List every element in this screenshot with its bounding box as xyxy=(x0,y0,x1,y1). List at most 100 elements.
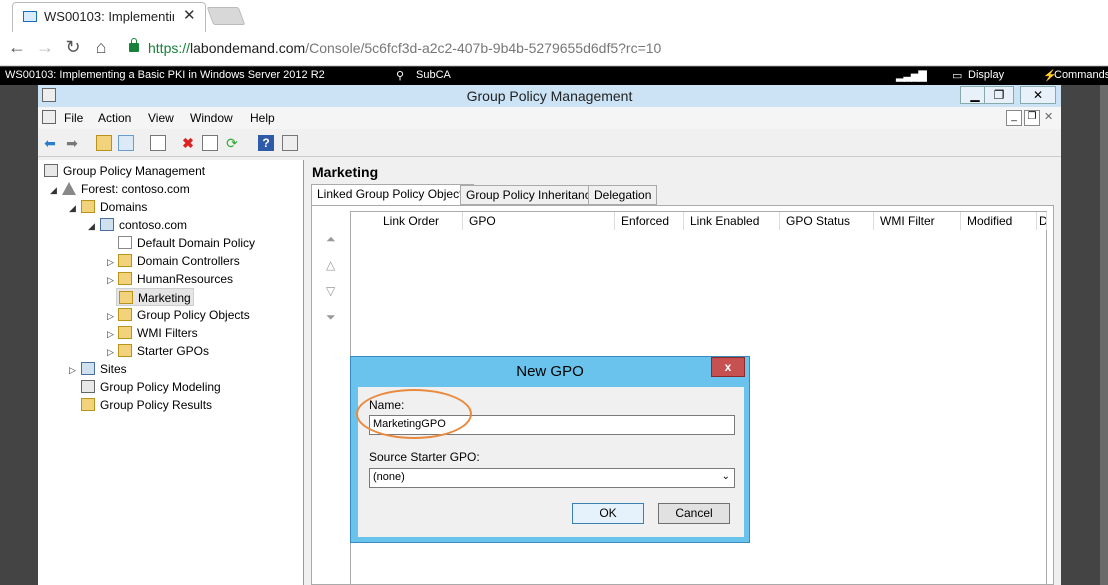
tree-label: Group Policy Management xyxy=(63,164,206,178)
collapse-icon[interactable]: ◢ xyxy=(50,185,58,196)
select-value: (none) xyxy=(373,471,405,483)
child-minimize-button[interactable]: _ xyxy=(1006,110,1022,126)
expand-icon[interactable]: ▷ xyxy=(107,275,115,286)
new-gpo-dialog: New GPO x Name: MarketingGPO Source Star… xyxy=(350,356,750,543)
column-header-domain[interactable]: D xyxy=(1037,212,1047,230)
column-header-enforced[interactable]: Enforced xyxy=(615,212,684,230)
toolbar: ⬅ ➡ ✖ ⟳ ? xyxy=(38,131,1061,157)
tree-node-root[interactable]: Group Policy Management xyxy=(44,162,205,180)
dialog-close-button[interactable]: x xyxy=(711,357,745,377)
tree-node-marketing[interactable]: Marketing xyxy=(116,288,194,306)
ok-button[interactable]: OK xyxy=(572,503,644,524)
lock-icon xyxy=(129,38,139,52)
expand-icon[interactable]: ▷ xyxy=(107,347,115,358)
tree-node-wmi-filters[interactable]: WMI Filters xyxy=(118,324,198,342)
console-tree-icon[interactable] xyxy=(282,135,298,151)
expand-icon[interactable]: ▷ xyxy=(107,257,115,268)
menu-view[interactable]: View xyxy=(148,111,174,125)
monitor-icon xyxy=(23,11,37,22)
copy-icon[interactable] xyxy=(150,135,166,151)
tab-delegation[interactable]: Delegation xyxy=(588,185,658,205)
collapse-icon[interactable]: ◢ xyxy=(88,221,96,232)
commands-menu[interactable]: Commands xyxy=(1054,69,1108,81)
tree-node-starter-gpos[interactable]: Starter GPOs xyxy=(118,342,209,360)
scrollbar[interactable] xyxy=(1100,85,1108,585)
column-header-modified[interactable]: Modified xyxy=(961,212,1037,230)
url-scheme: https:// xyxy=(148,40,191,56)
console-icon xyxy=(42,110,56,124)
expand-icon[interactable]: ▷ xyxy=(107,329,115,340)
forward-arrow-icon[interactable]: ➡ xyxy=(64,135,80,151)
back-arrow-icon[interactable]: ⬅ xyxy=(42,135,58,151)
column-header-gpo[interactable]: GPO xyxy=(463,212,615,230)
expand-icon[interactable]: ▷ xyxy=(107,311,115,322)
menu-help[interactable]: Help xyxy=(250,111,275,125)
pin-icon[interactable]: ⚲ xyxy=(396,69,404,82)
tree-label: Default Domain Policy xyxy=(137,236,256,250)
tree-node-sites[interactable]: Sites xyxy=(81,360,127,378)
title-bar[interactable]: Group Policy Management ▁ ❐ ✕ xyxy=(38,85,1061,107)
up-folder-icon[interactable] xyxy=(96,135,112,151)
home-icon[interactable]: ⌂ xyxy=(90,37,112,58)
tree-node-domain[interactable]: contoso.com xyxy=(100,216,187,234)
tree-node-default-domain-policy[interactable]: Default Domain Policy xyxy=(118,234,255,252)
child-restore-button[interactable]: ❐ xyxy=(1024,110,1040,126)
child-close-button[interactable]: ✕ xyxy=(1044,110,1053,123)
close-button[interactable]: ✕ xyxy=(1020,86,1056,104)
tree-node-domains[interactable]: Domains xyxy=(81,198,147,216)
refresh-icon[interactable]: ⟳ xyxy=(224,135,240,151)
ou-icon xyxy=(118,272,132,285)
move-top-icon[interactable]: ⏶ xyxy=(326,232,336,247)
column-header-gpo-status[interactable]: GPO Status xyxy=(780,212,874,230)
tree-node-humanresources[interactable]: HumanResources xyxy=(118,270,233,288)
forest-icon xyxy=(62,182,76,195)
move-down-icon[interactable]: ▽ xyxy=(326,284,335,298)
back-icon[interactable]: ← xyxy=(6,37,28,58)
collapse-icon[interactable]: ◢ xyxy=(69,203,77,214)
tree-node-forest[interactable]: Forest: contoso.com xyxy=(62,180,190,198)
lab-toolbar: WS00103: Implementing a Basic PKI in Win… xyxy=(0,67,1108,85)
column-header-link-order[interactable]: Link Order xyxy=(351,212,463,230)
tree-node-results[interactable]: Group Policy Results xyxy=(81,396,212,414)
address-bar: ← → ↻ ⌂ https://labondemand.com/Console/… xyxy=(0,33,1108,66)
menu-action[interactable]: Action xyxy=(98,111,131,125)
url-field[interactable]: https://labondemand.com/Console/5c6fcf3d… xyxy=(148,40,661,56)
move-up-icon[interactable]: △ xyxy=(326,258,335,272)
tab-inheritance[interactable]: Group Policy Inheritance xyxy=(460,185,604,205)
tree-node-group-policy-objects[interactable]: Group Policy Objects xyxy=(118,306,250,324)
tab-linked-gpos[interactable]: Linked Group Policy Objects xyxy=(311,184,475,205)
tab-close-icon[interactable]: ✕ xyxy=(183,6,196,24)
annotation-circle xyxy=(356,389,472,439)
display-menu[interactable]: Display xyxy=(968,69,1004,81)
tree-label: contoso.com xyxy=(119,218,188,232)
browser-tab[interactable]: WS00103: Implementing ✕ xyxy=(12,2,206,32)
delete-icon[interactable]: ✖ xyxy=(180,135,196,151)
maximize-button[interactable]: ❐ xyxy=(984,86,1014,104)
help-icon[interactable]: ? xyxy=(258,135,274,151)
tree-label: Group Policy Modeling xyxy=(100,380,221,394)
folder-icon xyxy=(81,200,95,213)
browser-tabstrip: WS00103: Implementing ✕ xyxy=(0,0,1108,33)
tree-label: HumanResources xyxy=(137,272,234,286)
tree-label: Domain Controllers xyxy=(137,254,240,268)
machine-name[interactable]: SubCA xyxy=(416,69,451,81)
tree-label: Starter GPOs xyxy=(137,344,210,358)
reload-icon[interactable]: ↻ xyxy=(62,37,84,58)
move-bottom-icon[interactable]: ⏷ xyxy=(326,310,336,325)
new-tab-button[interactable] xyxy=(206,7,246,25)
expand-icon[interactable]: ▷ xyxy=(69,365,77,376)
folder-icon xyxy=(118,326,132,339)
forward-icon[interactable]: → xyxy=(34,37,56,58)
cancel-button[interactable]: Cancel xyxy=(658,503,730,524)
display-icon[interactable]: ▭ xyxy=(952,69,962,82)
tree-node-domain-controllers[interactable]: Domain Controllers xyxy=(118,252,240,270)
column-header-wmi-filter[interactable]: WMI Filter xyxy=(874,212,961,230)
tree-label: WMI Filters xyxy=(137,326,198,340)
show-hide-tree-icon[interactable] xyxy=(118,135,134,151)
menu-file[interactable]: File xyxy=(64,111,83,125)
properties-icon[interactable] xyxy=(202,135,218,151)
menu-window[interactable]: Window xyxy=(190,111,233,125)
column-header-link-enabled[interactable]: Link Enabled xyxy=(684,212,780,230)
source-starter-gpo-select[interactable]: (none) ⌄ xyxy=(369,468,735,488)
tree-node-modeling[interactable]: Group Policy Modeling xyxy=(81,378,221,396)
